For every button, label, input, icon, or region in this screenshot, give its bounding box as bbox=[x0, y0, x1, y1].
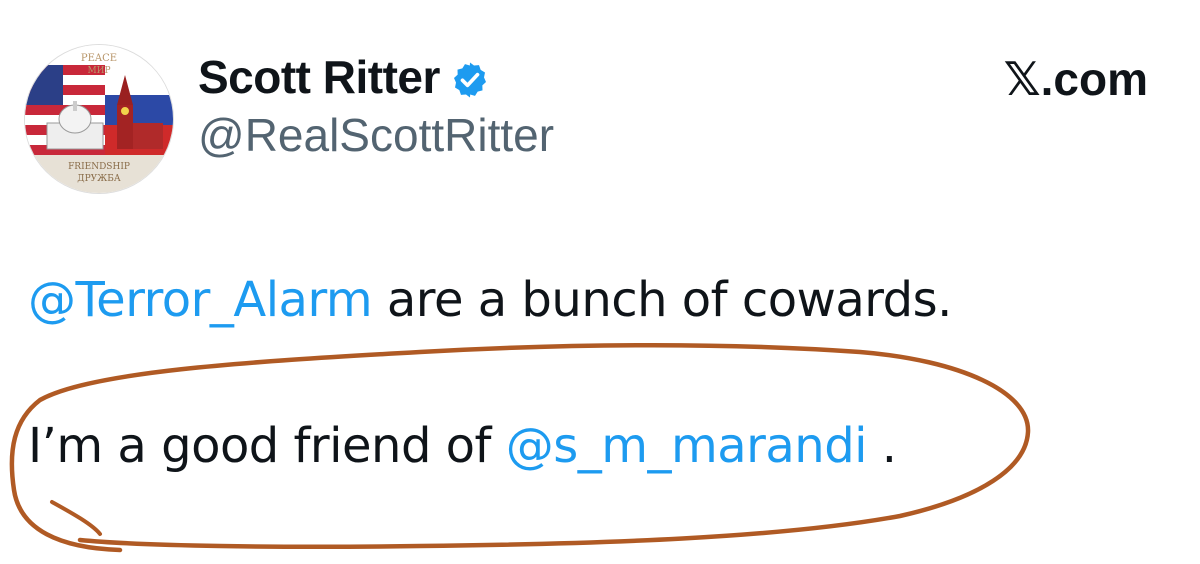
tweet-line-2: I’m a good friend of @s_m_marandi . bbox=[28, 418, 897, 474]
user-handle[interactable]: @RealScottRitter bbox=[198, 108, 554, 162]
mention-link-s-m-marandi[interactable]: @s_m_marandi bbox=[506, 418, 868, 474]
verified-badge-icon bbox=[450, 57, 490, 98]
tweet-text-2-suffix: . bbox=[867, 418, 897, 474]
display-name-row[interactable]: Scott Ritter bbox=[198, 50, 490, 104]
avatar[interactable]: PEACE МИР FRIENDSHIP ДРУЖБА bbox=[24, 44, 174, 194]
tweet-text-1: are a bunch of cowards. bbox=[372, 272, 953, 328]
tweet-line-1: @Terror_Alarm are a bunch of cowards. bbox=[28, 272, 952, 328]
x-logo-icon: 𝕏.com bbox=[1003, 53, 1148, 105]
avatar-bottom-text: FRIENDSHIP bbox=[68, 162, 130, 172]
tweet-text-2: I’m a good friend of bbox=[28, 418, 506, 474]
mention-link-terror-alarm[interactable]: @Terror_Alarm bbox=[28, 272, 373, 328]
avatar-top-text: PEACE bbox=[81, 53, 117, 64]
avatar-bottom-text-2: ДРУЖБА bbox=[77, 174, 121, 184]
avatar-image: PEACE МИР FRIENDSHIP ДРУЖБА bbox=[25, 45, 173, 193]
avatar-top-text-2: МИР bbox=[87, 66, 110, 76]
display-name[interactable]: Scott Ritter bbox=[198, 50, 440, 104]
